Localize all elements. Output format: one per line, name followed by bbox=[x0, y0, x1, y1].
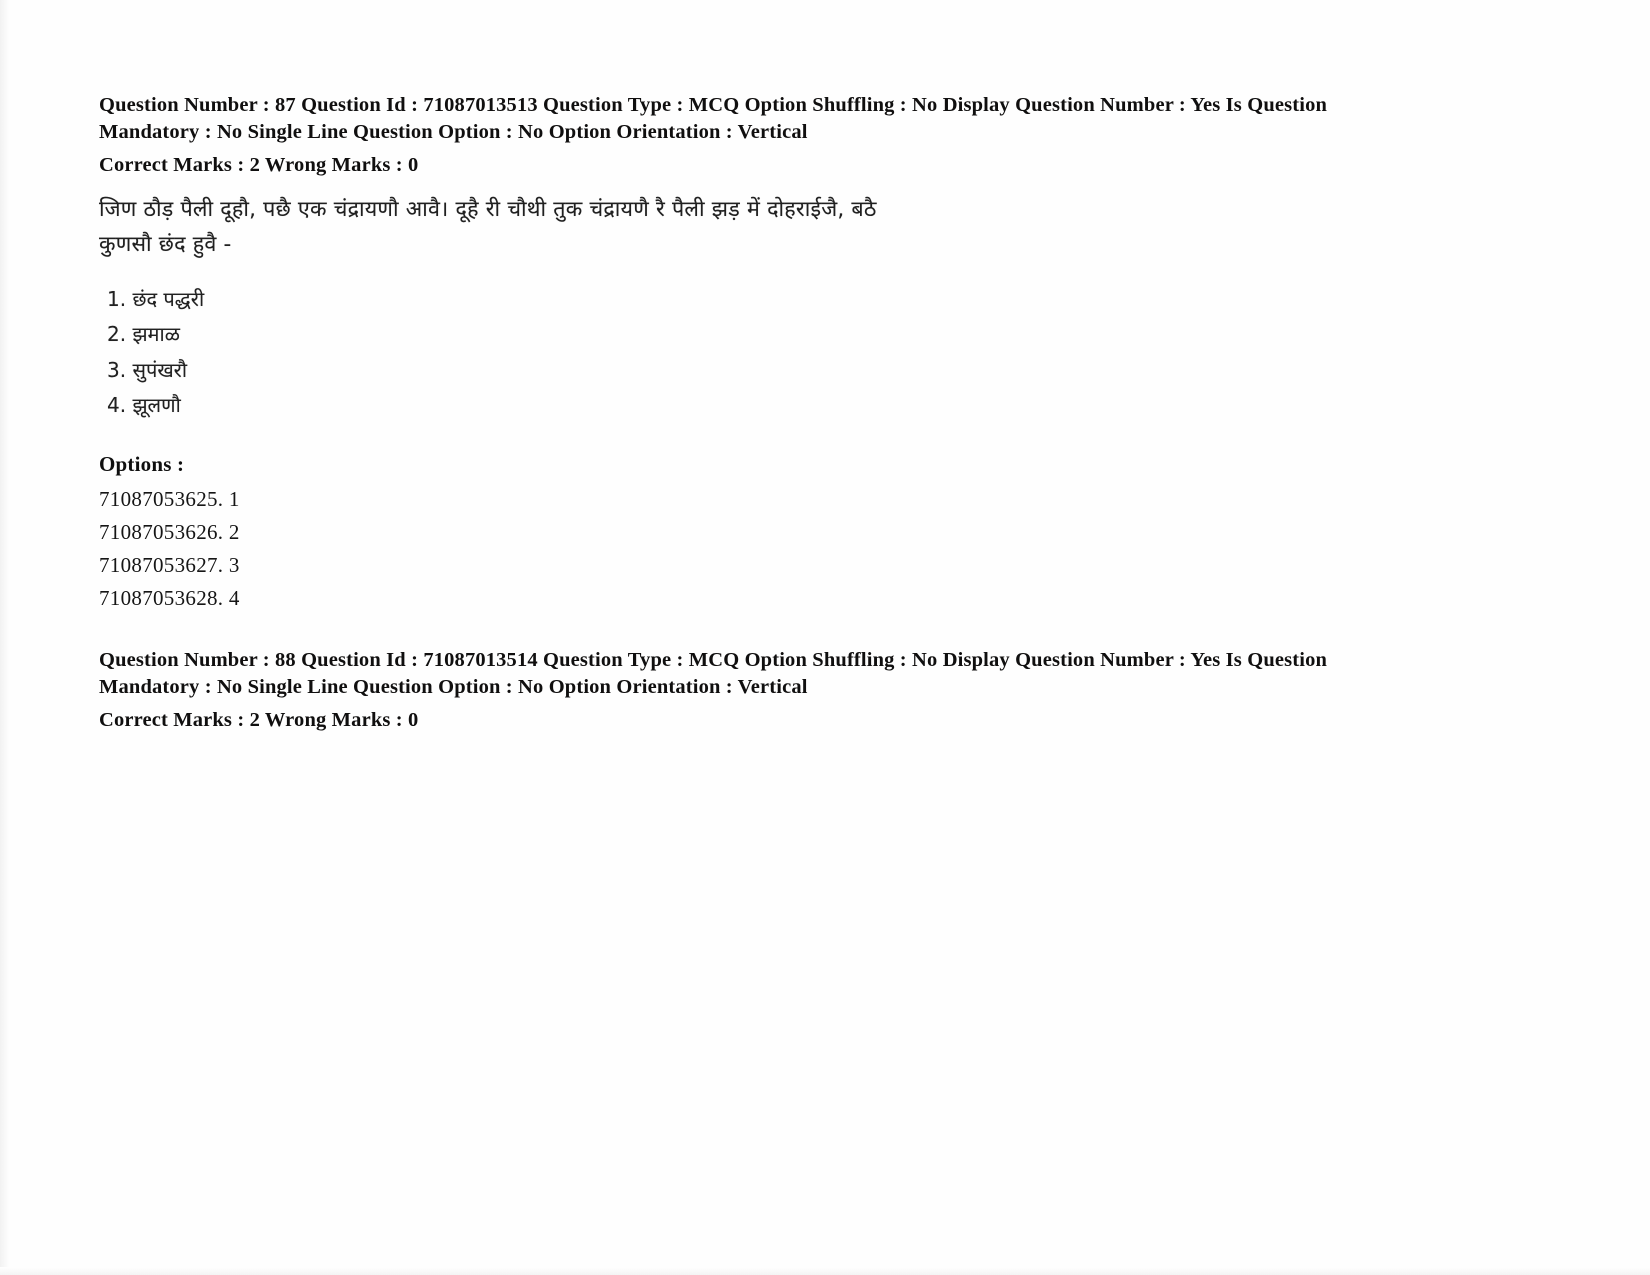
option-id-3: 71087053627. 3 bbox=[99, 552, 240, 577]
question-metadata-line-1: Question Number : 87 Question Id : 71087… bbox=[99, 94, 1242, 116]
question-stem-line-2: कुणसौ छंद हुवै - bbox=[99, 231, 232, 257]
scanned-page: Question Number : 87 Question Id : 71087… bbox=[0, 0, 1650, 1275]
scan-edge-shading-left bbox=[0, 0, 10, 1275]
marks-line-87: Correct Marks : 2 Wrong Marks : 0 bbox=[99, 154, 419, 176]
question-stem-87: जिण ठौड़ पैली दूहौ, पछै एक चंद्रायणौ आवै… bbox=[99, 192, 1299, 262]
choice-item-1: 1. छंद पद्धरी bbox=[107, 286, 205, 311]
choice-item-3: 3. सुपंखरौ bbox=[107, 357, 188, 382]
question-block-87: Question Number : 87 Question Id : 71087… bbox=[99, 92, 1417, 615]
choice-list-87: 1. छंद पद्धरी 2. झमाळ 3. सुपंखरौ 4. झूलण… bbox=[107, 282, 1417, 424]
option-id-4: 71087053628. 4 bbox=[99, 585, 240, 610]
option-id-1: 71087053625. 1 bbox=[99, 486, 240, 511]
marks-line-88: Correct Marks : 2 Wrong Marks : 0 bbox=[99, 709, 419, 731]
scan-edge-shading-bottom bbox=[0, 1267, 1650, 1275]
question-metadata-line-1: Question Number : 88 Question Id : 71087… bbox=[99, 649, 1242, 671]
question-stem-line-1: जिण ठौड़ पैली दूहौ, पछै एक चंद्रायणौ आवै… bbox=[99, 196, 877, 222]
options-label-87: Options : bbox=[99, 451, 185, 476]
question-metadata-88: Question Number : 88 Question Id : 71087… bbox=[99, 647, 1417, 700]
choice-item-4: 4. झूलणौ bbox=[107, 393, 181, 417]
option-id-list-87: 71087053625. 1 71087053626. 2 7108705362… bbox=[99, 483, 1417, 615]
question-block-88: Question Number : 88 Question Id : 71087… bbox=[99, 647, 1417, 734]
option-id-2: 71087053626. 2 bbox=[99, 519, 240, 544]
choice-item-2: 2. झमाळ bbox=[107, 322, 180, 346]
question-metadata-87: Question Number : 87 Question Id : 71087… bbox=[99, 92, 1417, 145]
